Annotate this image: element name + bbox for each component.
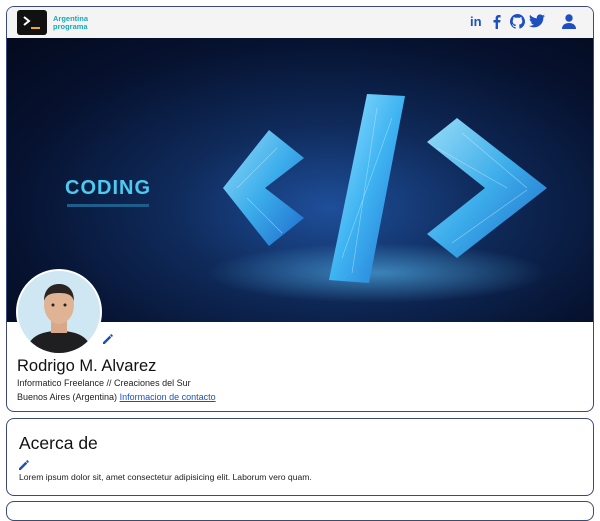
profile-card: Argentina programa in CODING Rodrigo M. … (6, 6, 594, 412)
navbar: Argentina programa in (7, 7, 593, 38)
about-text: Lorem ipsum dolor sit, amet consectetur … (19, 472, 312, 482)
profile-location-line: Buenos Aires (Argentina) Informacion de … (17, 392, 216, 402)
facebook-icon[interactable] (489, 13, 505, 29)
social-links: in (469, 12, 577, 30)
logo-text-line2: programa (53, 22, 88, 31)
contact-info-link[interactable]: Informacion de contacto (120, 392, 216, 402)
profile-tagline: Informatico Freelance // Creaciones del … (17, 378, 191, 388)
edit-profile-pencil-icon[interactable] (102, 332, 114, 344)
twitter-icon[interactable] (529, 13, 545, 29)
profile-location: Buenos Aires (Argentina) (17, 392, 118, 402)
about-card: Acerca de Lorem ipsum dolor sit, amet co… (6, 418, 594, 496)
github-icon[interactable] (509, 13, 525, 29)
about-title: Acerca de (19, 433, 98, 453)
argentina-programa-logo[interactable] (17, 10, 47, 35)
next-section-card (6, 501, 594, 521)
banner-subline (67, 204, 149, 207)
edit-about-pencil-icon[interactable] (18, 458, 30, 470)
profile-name: Rodrigo M. Alvarez (17, 357, 157, 375)
banner-image: CODING (7, 38, 593, 322)
avatar[interactable] (16, 269, 102, 355)
user-icon[interactable] (561, 13, 577, 29)
svg-text:in: in (470, 14, 482, 28)
logo-text: Argentina programa (53, 15, 88, 31)
linkedin-icon[interactable]: in (469, 13, 485, 29)
banner-heading: CODING (65, 177, 151, 199)
